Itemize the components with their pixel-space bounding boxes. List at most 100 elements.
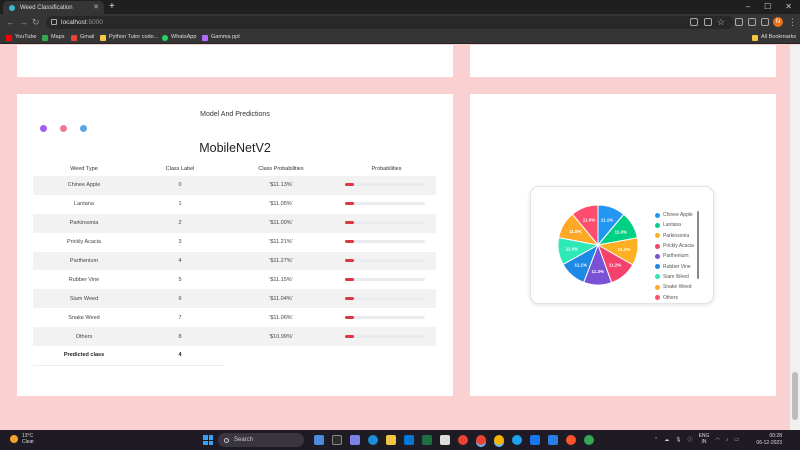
battery-icon[interactable]: ▭	[734, 437, 739, 443]
close-window-icon[interactable]: ✕	[785, 1, 792, 13]
windows-start-icon[interactable]	[203, 435, 213, 445]
page-scrollbar[interactable]	[790, 45, 800, 430]
legend-swatch	[655, 253, 660, 259]
close-tab-icon[interactable]: ✕	[93, 3, 99, 11]
browser-tab[interactable]: Weed Classification ✕	[3, 1, 104, 14]
legend-label: Snake Weed	[663, 284, 692, 291]
probability-bar	[345, 221, 425, 225]
legend-swatch	[655, 212, 660, 218]
weed-type-cell: Rubber Vine	[68, 276, 100, 283]
edge-icon[interactable]	[368, 435, 378, 445]
table-header-row: Weed Type Class Label Class Probabilitie…	[33, 162, 436, 176]
table-row: Siam Weed 6 '$11.04%'	[33, 289, 436, 309]
reload-icon[interactable]: ↻	[32, 16, 40, 28]
file-explorer-icon[interactable]	[386, 435, 396, 445]
clock[interactable]: 00:28 06-12-2023	[752, 433, 782, 446]
wifi-icon[interactable]: ◠	[715, 437, 719, 443]
probability-bar	[345, 202, 425, 206]
bookmark-python-tutor[interactable]: Python Tutor code...	[100, 33, 158, 42]
bookmark-maps[interactable]: Maps	[42, 33, 64, 42]
system-tray: ⌃ ☁ 🎙 ⓘ ENG IN ◠ ♪ ▭	[654, 433, 739, 445]
bookmark-star-icon[interactable]: ☆	[717, 16, 725, 28]
facebook-icon[interactable]	[530, 435, 540, 445]
legend-item[interactable]: Parthenium	[655, 251, 694, 261]
chevron-up-icon[interactable]: ⌃	[654, 437, 658, 443]
notepad-icon[interactable]	[440, 435, 450, 445]
gamma-icon	[202, 34, 208, 41]
windows-taskbar: 13°C Clear Search ⌃ ☁ 🎙 ⓘ ENG IN ◠ ♪ ▭ 00:…	[0, 430, 800, 450]
side-panel-icon[interactable]	[761, 18, 769, 26]
legend-item[interactable]: Snake Weed	[655, 282, 694, 292]
chrome-profile-icon[interactable]	[494, 435, 504, 445]
widgets-icon[interactable]	[332, 435, 342, 445]
bookmark-youtube[interactable]: YouTube	[6, 33, 37, 42]
scrollbar-thumb[interactable]	[792, 372, 798, 420]
legend-scrollbar[interactable]	[697, 211, 699, 279]
minimize-icon[interactable]: –	[746, 1, 750, 13]
all-bookmarks[interactable]: All Bookmarks	[752, 33, 796, 42]
skype-icon[interactable]	[512, 435, 522, 445]
legend-label: Prickly Acacia	[663, 243, 694, 250]
extensions-icon[interactable]	[735, 18, 743, 26]
legend-item[interactable]: Prickly Acacia	[655, 241, 694, 251]
pie-slice-label: 11.1%	[601, 218, 614, 223]
teams-icon[interactable]	[350, 435, 360, 445]
class-probability-cell: '$11.13%'	[225, 176, 337, 195]
reading-list-icon[interactable]	[748, 18, 756, 26]
legend-swatch	[655, 243, 660, 249]
class-label-cell: 6	[135, 289, 225, 309]
probability-bar-fill	[345, 277, 354, 281]
profile-avatar[interactable]: N	[773, 17, 783, 27]
info-icon[interactable]: ⓘ	[688, 436, 693, 443]
browser-menu-icon[interactable]: ⋮	[788, 16, 797, 28]
youtube-icon	[6, 34, 12, 41]
taskbar-search[interactable]: Search	[218, 433, 304, 447]
new-tab-button[interactable]: +	[109, 1, 115, 13]
bookmark-gamma[interactable]: Gamma ppt	[202, 33, 240, 42]
legend-item[interactable]: Siam Weed	[655, 272, 694, 282]
weather-widget[interactable]: 13°C Clear	[10, 433, 34, 445]
legend-label: Siam Weed	[663, 273, 689, 280]
legend-swatch	[655, 233, 660, 239]
address-bar[interactable]: localhost:5000	[46, 16, 734, 29]
legend-item[interactable]: Lantana	[655, 220, 694, 230]
legend-item[interactable]: Rubber Vine	[655, 261, 694, 271]
weed-type-cell: Others	[33, 327, 135, 347]
vscode-icon[interactable]	[548, 435, 558, 445]
forward-arrow-icon[interactable]: →	[19, 16, 28, 28]
excel-icon[interactable]	[422, 435, 432, 445]
probability-bar	[345, 259, 425, 263]
chart-card: 11.1% 11.0% 11.1% 11.2% 11.3% 11.1% 11.0% 11.0%…	[470, 94, 776, 396]
page-content: Model And Predictions MobileNetV2 Weed T…	[0, 45, 790, 430]
volume-icon[interactable]: ♪	[726, 437, 729, 443]
site-info-icon[interactable]	[51, 19, 57, 25]
cloud-icon[interactable]: ☁	[664, 437, 669, 443]
share-icon[interactable]	[704, 18, 712, 26]
bookmark-gmail[interactable]: Gmail	[71, 33, 94, 42]
class-probability-cell: '$11.06%'	[269, 314, 293, 321]
task-view-icon[interactable]	[314, 435, 324, 445]
outlook-icon[interactable]	[404, 435, 414, 445]
window-controls: – ☐ ✕	[746, 1, 792, 13]
back-arrow-icon[interactable]: ←	[6, 16, 15, 28]
legend-item[interactable]: Chinee Apple	[655, 210, 694, 220]
legend-item[interactable]: Others	[655, 292, 694, 302]
tab-title: Weed Classification	[20, 4, 73, 11]
probability-bar-cell	[337, 251, 436, 271]
class-label-cell: 8	[135, 327, 225, 347]
brave-icon[interactable]	[566, 435, 576, 445]
maximize-icon[interactable]: ☐	[764, 1, 771, 13]
legend-item[interactable]: Parkinsonia	[655, 231, 694, 241]
chrome-alt-icon[interactable]	[584, 435, 594, 445]
chrome-icon-active[interactable]	[476, 435, 486, 445]
microphone-icon[interactable]: 🎙	[675, 437, 681, 443]
bookmark-whatsapp[interactable]: WhatsApp	[162, 33, 196, 42]
weed-type-cell: Siam Weed	[33, 289, 135, 309]
python-icon	[100, 34, 106, 41]
blue-dot	[80, 125, 87, 132]
screenshot-icon[interactable]	[690, 18, 698, 26]
chart-legend: Chinee Apple Lantana Parkinsonia Prickly Ac…	[655, 210, 694, 303]
table-row: Rubber Vine 5 '$11.15%'	[33, 270, 436, 289]
chrome-icon[interactable]	[458, 435, 468, 445]
language-indicator[interactable]: ENG IN	[699, 433, 710, 445]
